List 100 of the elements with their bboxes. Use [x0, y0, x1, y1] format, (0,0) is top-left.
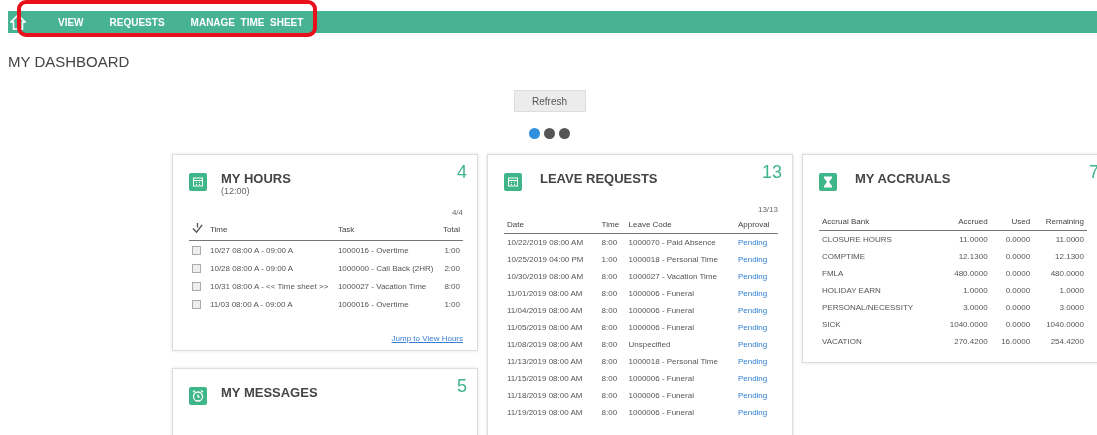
- column-header: Accrued: [958, 217, 988, 226]
- table-cell: 10/28 08:00 A - 09:00 A: [210, 263, 294, 273]
- table-cell: 8:00: [601, 289, 618, 298]
- page-title: MY DASHBOARD: [8, 53, 131, 70]
- table-cell: VACATION: [822, 337, 862, 346]
- table-cell: 1000006 - Funeral: [628, 306, 694, 315]
- table-cell: 1000027 - Vacation Time: [628, 272, 717, 281]
- table-cell: 0.0000: [1005, 320, 1031, 329]
- carousel-dot[interactable]: [529, 128, 540, 139]
- table-cell: 11/18/2019 08:00 AM: [507, 391, 583, 400]
- nav-link[interactable]: VIEW: [58, 16, 84, 28]
- table-cell: 11/01/2019 08:00 AM: [507, 289, 583, 298]
- table-cell: 16.0000: [1001, 337, 1031, 346]
- table-cell: 11/15/2019 08:00 AM: [507, 374, 583, 383]
- table-cell: 11/19/2019 08:00 AM: [507, 408, 583, 417]
- table-cell: CLOSURE HOURS: [822, 235, 892, 244]
- table-cell: 1.0000: [963, 286, 988, 295]
- column-header: Remaining: [1045, 217, 1084, 226]
- column-header: Time: [210, 225, 228, 234]
- table-cell: 0.0000: [1005, 235, 1031, 244]
- table-cell: 1000027 - Vacation Time: [337, 281, 427, 291]
- table-cell: COMPTIME: [822, 252, 866, 261]
- table-cell: 1000000 - Call Back (2HR): [337, 263, 434, 273]
- table-cell: 11/04/2019 08:00 AM: [507, 306, 583, 315]
- calendar-icon: [504, 173, 522, 191]
- status-link[interactable]: Pending: [737, 289, 768, 298]
- table-cell: 10/22/2019 08:00 AM: [507, 238, 584, 247]
- nav-link[interactable]: REQUESTS: [109, 16, 165, 28]
- table-cell: 1.0000: [1059, 286, 1084, 295]
- status-link[interactable]: Pending: [737, 238, 768, 247]
- table-cell: SICK: [822, 320, 841, 329]
- column-header: Approval: [737, 220, 770, 229]
- carousel-dot[interactable]: [544, 128, 555, 139]
- table-cell: 480.0000: [954, 269, 988, 278]
- table-cell: 11.0000: [959, 235, 988, 244]
- table-cell: 8:00: [601, 306, 618, 315]
- table-cell: 1000018 - Personal Time: [628, 357, 718, 366]
- table-cell: 8:00: [601, 323, 618, 332]
- table-cell: 0.0000: [1005, 269, 1031, 278]
- row-checkbox[interactable]: [192, 299, 201, 309]
- table-cell: 1:00: [444, 299, 460, 309]
- column-header: Used: [1011, 217, 1031, 226]
- table-cell: 8:00: [601, 238, 618, 247]
- column-header: Accrual Bank: [822, 217, 870, 226]
- hourglass-icon: [819, 173, 837, 191]
- table-cell: 12.1300: [958, 252, 988, 261]
- status-link[interactable]: Pending: [737, 272, 768, 281]
- status-link[interactable]: Pending: [737, 340, 768, 349]
- table-cell: 1000006 - Funeral: [628, 323, 694, 332]
- row-checkbox[interactable]: [192, 245, 201, 255]
- status-link[interactable]: Pending: [737, 255, 768, 264]
- column-header: Date: [507, 220, 524, 229]
- table-cell: FMLA: [822, 269, 844, 278]
- table-cell: 2:00: [444, 263, 460, 273]
- status-link[interactable]: Pending: [737, 357, 768, 366]
- alarm-clock-icon: [189, 387, 207, 405]
- status-link[interactable]: Pending: [737, 408, 768, 417]
- table-cell: PERSONAL/NECESSITY: [822, 303, 914, 312]
- column-header: Time: [601, 220, 620, 229]
- table-cell: 1:00: [444, 245, 460, 255]
- table-cell: HOLIDAY EARN: [822, 286, 881, 295]
- status-link[interactable]: Pending: [737, 323, 768, 332]
- table-cell: 480.0000: [1050, 269, 1084, 278]
- table-cell: 8:00: [444, 281, 460, 291]
- status-link[interactable]: Pending: [737, 306, 768, 315]
- table-cell: 8:00: [601, 374, 618, 383]
- row-checkbox[interactable]: [192, 263, 201, 273]
- status-link[interactable]: Pending: [737, 374, 768, 383]
- table-cell: 1000018 - Personal Time: [628, 255, 718, 264]
- table-cell: 1:00: [601, 255, 618, 264]
- table-cell: 11/03 08:00 A - 09:00 A: [210, 299, 293, 309]
- nav-link[interactable]: MANAGE TIME SHEET: [190, 16, 304, 28]
- table-cell: 8:00: [601, 408, 618, 417]
- card-title: MY MESSAGES: [221, 385, 318, 400]
- home-icon[interactable]: [10, 14, 26, 30]
- card-title: MY HOURS: [221, 171, 291, 186]
- table-cell: 11.0000: [1055, 235, 1084, 244]
- table-cell: 0.0000: [1005, 286, 1031, 295]
- table-cell: 1000006 - Funeral: [628, 391, 694, 400]
- table-cell: 12.1300: [1055, 252, 1084, 261]
- table-cell: 0.0000: [1005, 303, 1031, 312]
- table-cell: 254.4200: [1050, 337, 1084, 346]
- table-cell: 1000070 - Paid Absence: [628, 238, 716, 247]
- table-cell: 1000016 - Overtime: [337, 299, 409, 309]
- table-cell: 10/25/2019 04:00 PM: [507, 255, 584, 264]
- item-count: 4: [457, 162, 467, 183]
- carousel-dot[interactable]: [559, 128, 570, 139]
- calendar-icon: [189, 173, 207, 191]
- refresh-button[interactable]: Refresh: [513, 90, 586, 112]
- row-checkbox[interactable]: [192, 281, 201, 291]
- column-header: Task: [337, 225, 355, 234]
- card-title: MY ACCRUALS: [855, 171, 951, 186]
- table-cell: 1040.0000: [949, 320, 988, 329]
- status-link[interactable]: Pending: [737, 391, 768, 400]
- table-cell: 10/27 08:00 A - 09:00 A: [210, 245, 294, 255]
- jump-link[interactable]: Jump to View Hours: [391, 334, 463, 343]
- table-cell: 3.0000: [1059, 303, 1084, 312]
- table-cell: 8:00: [601, 391, 618, 400]
- column-header: Leave Code: [628, 220, 672, 229]
- sort-icon[interactable]: [192, 223, 203, 234]
